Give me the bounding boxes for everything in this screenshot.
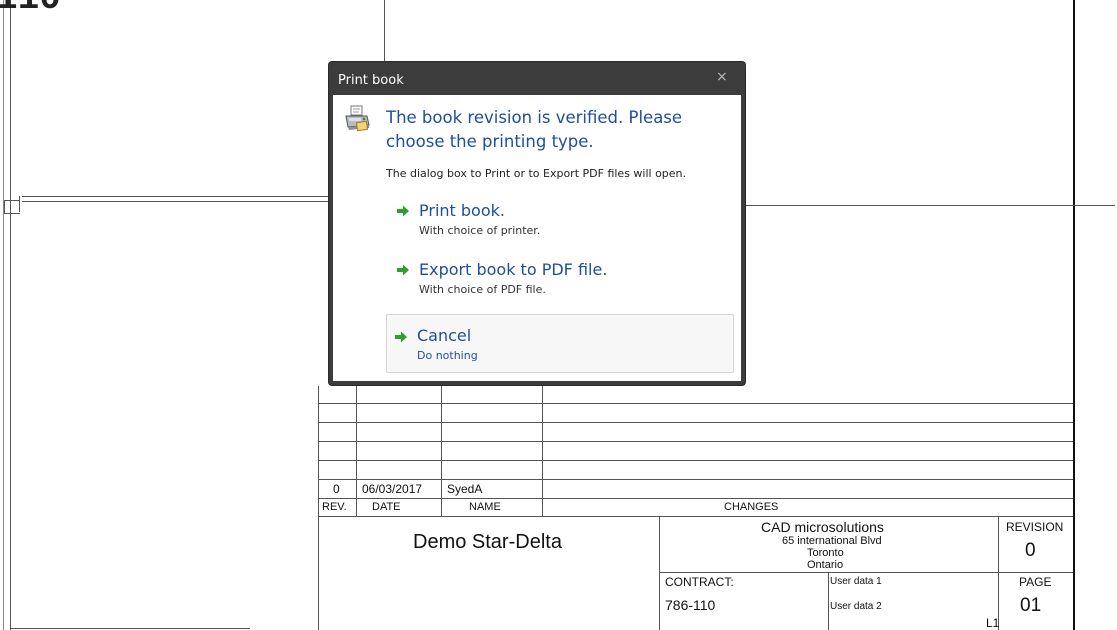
option-title: Print book. (419, 201, 505, 220)
option-subtitle: With choice of PDF file. (419, 283, 546, 296)
rev-col-line (441, 386, 442, 516)
reference-line-right (745, 205, 1115, 206)
rev-cell: 0 (333, 482, 340, 496)
bottom-left-line (10, 628, 250, 629)
user-data-2: User data 2 (830, 601, 882, 612)
rev-row-line (318, 422, 1073, 423)
sheet-border-left-inner (10, 0, 11, 630)
dialog-title: Print book (338, 73, 404, 88)
date-cell: 06/03/2017 (362, 482, 423, 496)
arrow-right-icon (395, 331, 407, 343)
cancel-option[interactable]: Cancel Do nothing (386, 314, 734, 373)
arrow-right-icon (397, 205, 409, 217)
sheet-ref: L1 (986, 616, 1000, 630)
rev-col-line (356, 386, 357, 516)
project-title: Demo Star-Delta (413, 531, 562, 553)
export-pdf-option[interactable]: Export book to PDF file. With choice of … (386, 258, 732, 314)
page-label: PAGE (1019, 575, 1052, 589)
corner-label: 110 (0, 0, 61, 19)
option-subtitle: Do nothing (417, 349, 478, 362)
date-header: DATE (372, 501, 401, 513)
option-title: Cancel (417, 326, 472, 345)
rev-row-line (318, 479, 1073, 480)
column-divider (384, 0, 385, 62)
company-address-1: 65 international Blvd (782, 535, 882, 547)
title-row-line (659, 572, 1073, 573)
left-marker (4, 200, 20, 214)
revision-label: REVISION (1006, 520, 1064, 534)
rev-col-line (542, 386, 543, 516)
page-value: 01 (1020, 595, 1042, 616)
dialog-body: The book revision is verified. Please ch… (333, 95, 741, 381)
title-col-line (998, 516, 999, 630)
company-address-3: Ontario (807, 559, 844, 571)
name-header: NAME (469, 501, 501, 513)
user-data-1: User data 1 (830, 576, 882, 587)
title-col-line (659, 516, 660, 630)
company-address-2: Toronto (807, 547, 844, 559)
printer-icon (345, 105, 370, 132)
rev-row-line (318, 516, 1073, 517)
title-col-line (828, 572, 829, 630)
left-marker-tick (19, 196, 20, 212)
sheet-border-right (1073, 0, 1075, 630)
close-button[interactable]: × (716, 69, 728, 85)
print-book-dialog: Print book × The book revision is verifi… (329, 62, 745, 385)
content-text: The dialog box to Print or to Export PDF… (386, 167, 687, 180)
main-instruction: The book revision is verified. Please ch… (386, 108, 683, 151)
reference-line (22, 196, 329, 197)
rev-row-line (318, 441, 1073, 442)
contract-value: 786-110 (665, 597, 716, 613)
contract-label: CONTRACT: (665, 575, 734, 589)
rev-row-line (318, 403, 1073, 404)
print-book-option[interactable]: Print book. With choice of printer. (386, 199, 732, 255)
option-title: Export book to PDF file. (419, 260, 608, 279)
name-cell: SyedA (447, 482, 483, 496)
rev-row-line (318, 498, 1073, 499)
company-name: CAD microsolutions (761, 519, 884, 535)
reference-line-2 (22, 201, 329, 202)
sheet-border-left (3, 0, 4, 630)
arrow-right-icon (397, 264, 409, 276)
changes-header: CHANGES (724, 501, 779, 513)
rev-row-line (318, 460, 1073, 461)
rev-header: REV. (322, 501, 347, 513)
revision-value: 0 (1025, 540, 1036, 561)
option-subtitle: With choice of printer. (419, 224, 541, 237)
